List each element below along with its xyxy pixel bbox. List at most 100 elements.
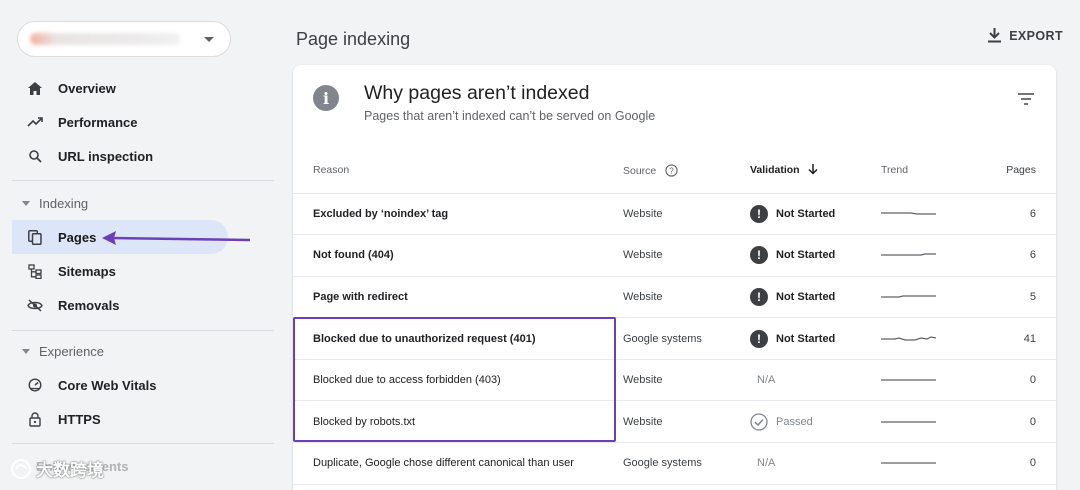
row-trend xyxy=(881,400,976,444)
trending-up-icon xyxy=(12,117,58,127)
row-pages: 0 xyxy=(976,400,1056,444)
row-pages: 5 xyxy=(976,276,1056,319)
section-label: Indexing xyxy=(39,196,89,211)
sidebar-item-label: URL inspection xyxy=(58,148,154,164)
alert-icon: ! xyxy=(750,204,768,223)
sidebar-item-core-web-vitals[interactable]: Core Web Vitals xyxy=(12,368,228,402)
sidebar-item-label: Overview xyxy=(58,80,116,96)
row-validation: ! Not Started xyxy=(750,317,881,360)
sidebar-item-label: Pages xyxy=(58,229,97,245)
sidebar-item-sitemaps[interactable]: Sitemaps xyxy=(12,254,228,288)
sidebar-item-url-inspection[interactable]: URL inspection xyxy=(12,139,228,173)
table-row[interactable]: Blocked by robots.txt Website Passed 0 xyxy=(293,400,1056,444)
sitemap-icon xyxy=(12,263,58,279)
validation-status: Passed xyxy=(776,415,813,428)
row-trend xyxy=(881,234,976,277)
trend-sparkline xyxy=(881,335,937,341)
row-reason: Page with redirect xyxy=(293,276,623,319)
check-circle-icon xyxy=(750,413,768,431)
alert-icon: ! xyxy=(750,287,768,306)
row-validation: ! Not Started xyxy=(750,234,881,277)
sidebar-item-label: Core Web Vitals xyxy=(58,377,157,393)
watermark-text: 大数跨境 xyxy=(36,461,104,480)
validation-status: Not Started xyxy=(776,207,836,220)
row-pages: 0 xyxy=(976,359,1056,402)
section-experience[interactable]: Experience xyxy=(22,344,104,359)
row-trend xyxy=(881,276,976,319)
table-row[interactable]: Page with redirect Website ! Not Started … xyxy=(293,276,1056,319)
row-source: Website xyxy=(623,193,750,236)
table-row[interactable]: Duplicate, Google chose different canoni… xyxy=(293,442,1056,485)
why-not-indexed-card: i Why pages aren’t indexed Pages that ar… xyxy=(293,65,1056,490)
sidebar-item-performance[interactable]: Performance xyxy=(12,105,228,139)
row-validation: N/A xyxy=(750,359,881,402)
export-button[interactable]: EXPORT xyxy=(988,28,1063,43)
svg-text:?: ? xyxy=(669,166,674,175)
validation-status: Not Started xyxy=(776,332,836,345)
column-header-label: Source xyxy=(623,164,657,177)
row-pages: 6 xyxy=(976,234,1056,277)
filter-icon[interactable] xyxy=(1018,93,1034,105)
trend-sparkline xyxy=(881,295,936,298)
info-icon: i xyxy=(313,85,339,111)
lock-icon xyxy=(12,411,58,427)
row-source: Website xyxy=(623,234,750,277)
alert-icon: ! xyxy=(750,329,768,348)
column-header-pages[interactable]: Pages xyxy=(976,148,1056,194)
row-reason: Excluded by ‘noindex’ tag xyxy=(293,193,623,236)
table-row[interactable]: Blocked due to access forbidden (403) We… xyxy=(293,359,1056,402)
trend-sparkline xyxy=(881,212,936,215)
property-selector[interactable] xyxy=(17,21,231,57)
sidebar-item-label: Performance xyxy=(58,114,138,130)
table-header-row: Reason Source ? Validation Trend Pages xyxy=(293,148,1056,194)
row-validation: ! Not Started xyxy=(750,193,881,236)
card-title: Why pages aren’t indexed xyxy=(364,82,590,104)
validation-status: Not Started xyxy=(776,249,836,262)
sidebar-item-label: HTTPS xyxy=(58,411,101,427)
row-trend xyxy=(881,193,976,236)
divider xyxy=(12,180,274,181)
row-source: Website xyxy=(623,276,750,319)
row-source: Google systems xyxy=(623,442,750,485)
column-header-reason[interactable]: Reason xyxy=(293,148,623,194)
alert-icon: ! xyxy=(750,246,768,265)
row-reason: Blocked due to access forbidden (403) xyxy=(293,359,623,402)
column-header-source[interactable]: Source ? xyxy=(623,148,750,194)
validation-status: N/A xyxy=(757,374,776,387)
sort-arrow-down-icon xyxy=(807,164,818,175)
trend-sparkline xyxy=(881,462,936,464)
validation-status: Not Started xyxy=(776,290,836,303)
row-reason: Duplicate, Google chose different canoni… xyxy=(293,442,623,485)
home-icon xyxy=(12,81,58,95)
row-source: Website xyxy=(623,359,750,402)
pages-icon xyxy=(12,229,58,245)
property-name-blurred xyxy=(30,33,180,45)
page-title: Page indexing xyxy=(296,29,411,49)
row-validation: N/A xyxy=(750,442,881,485)
annotation-arrow xyxy=(102,231,251,245)
sidebar-item-https[interactable]: HTTPS xyxy=(12,402,228,436)
row-trend xyxy=(881,317,976,360)
section-label: Experience xyxy=(39,344,105,359)
collapse-icon xyxy=(22,201,30,206)
column-header-trend[interactable]: Trend xyxy=(881,148,976,194)
search-icon xyxy=(12,149,58,163)
gauge-icon xyxy=(12,378,58,392)
sidebar-item-overview[interactable]: Overview xyxy=(12,71,228,105)
help-icon[interactable]: ? xyxy=(665,164,678,177)
row-validation: ! Not Started xyxy=(750,276,881,319)
card-subtitle: Pages that aren’t indexed can’t be serve… xyxy=(364,109,656,123)
row-trend xyxy=(881,442,976,485)
table-row[interactable]: Excluded by ‘noindex’ tag Website ! Not S… xyxy=(293,193,1056,236)
column-header-validation[interactable]: Validation xyxy=(750,148,881,194)
row-pages: 41 xyxy=(976,317,1056,360)
sidebar-item-removals[interactable]: Removals xyxy=(12,288,228,322)
table-row[interactable]: Blocked due to unauthorized request (401… xyxy=(293,317,1056,360)
section-indexing[interactable]: Indexing xyxy=(22,196,88,211)
sidebar-item-label: Sitemaps xyxy=(58,263,116,279)
table-row[interactable]: Not found (404) Website ! Not Started 6 xyxy=(293,234,1056,277)
row-source: Google systems xyxy=(623,317,750,360)
row-reason: Blocked by robots.txt xyxy=(293,400,623,444)
validation-status: N/A xyxy=(757,457,776,470)
trend-sparkline xyxy=(881,421,936,423)
